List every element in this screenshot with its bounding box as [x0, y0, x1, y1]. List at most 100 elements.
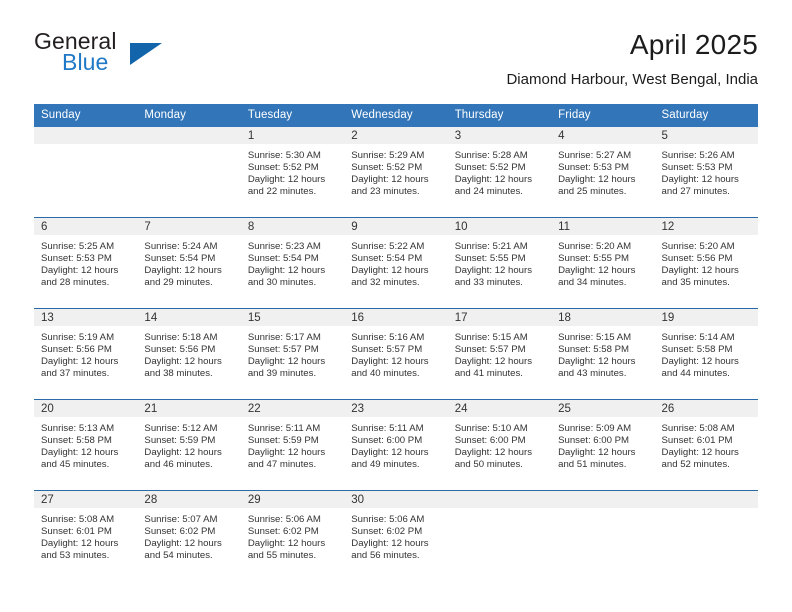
- calendar-day-cell[interactable]: 1 Sunrise: 5:30 AM Sunset: 5:52 PM Daylight…: [240, 127, 345, 218]
- sunrise-text: Sunrise: 5:21 AM: [454, 241, 528, 252]
- calendar-day-cell[interactable]: 19 Sunrise: 5:14 AM Sunset: 5:58 PM Dayligh…: [654, 308, 758, 400]
- day-cell-details: Sunrise: 5:10 AM Sunset: 6:00 PM Daylight:…: [448, 417, 551, 471]
- day-number-band: 1: [240, 127, 345, 144]
- daylight-text-line1: Daylight: 12 hours: [351, 447, 429, 459]
- calendar-day-cell[interactable]: 28 Sunrise: 5:07 AM Sunset: 6:02 PM Dayligh…: [137, 490, 241, 581]
- calendar-day-cell[interactable]: 10 Sunrise: 5:21 AM Sunset: 5:55 PM Dayligh…: [447, 217, 552, 309]
- sunset-text: Sunset: 5:52 PM: [247, 162, 319, 174]
- daylight-text-line2: and 27 minutes.: [661, 186, 730, 198]
- calendar-day-cell[interactable]: 7 Sunrise: 5:24 AM Sunset: 5:54 PM Daylight…: [137, 217, 241, 309]
- day-cell-inner: 30 Sunrise: 5:06 AM Sunset: 6:02 PM Dayligh…: [344, 491, 448, 581]
- sunset-text: Sunset: 5:52 PM: [454, 162, 526, 174]
- sunrise-text: Sunrise: 5:08 AM: [41, 514, 115, 525]
- calendar-day-cell[interactable]: 13 Sunrise: 5:19 AM Sunset: 5:56 PM Dayligh…: [34, 308, 138, 400]
- calendar-day-cell[interactable]: 11 Sunrise: 5:20 AM Sunset: 5:55 PM Dayligh…: [551, 217, 655, 309]
- calendar-day-cell[interactable]: 8 Sunrise: 5:23 AM Sunset: 5:54 PM Daylight…: [240, 217, 345, 309]
- calendar-day-cell[interactable]: 6 Sunrise: 5:25 AM Sunset: 5:53 PM Daylight…: [34, 217, 138, 309]
- sunset-text: Sunset: 5:57 PM: [454, 344, 526, 356]
- day-number: 25: [558, 403, 571, 415]
- sunrise-text: Sunrise: 5:06 AM: [247, 514, 321, 525]
- calendar-day-cell[interactable]: 30 Sunrise: 5:06 AM Sunset: 6:02 PM Dayligh…: [344, 490, 448, 581]
- day-cell-inner: 10 Sunrise: 5:21 AM Sunset: 5:55 PM Dayligh…: [447, 218, 552, 308]
- daylight-text-line1: Daylight: 12 hours: [41, 447, 119, 459]
- sunrise-text: Sunrise: 5:08 AM: [661, 423, 735, 434]
- calendar-day-cell[interactable]: 29 Sunrise: 5:06 AM Sunset: 6:02 PM Dayligh…: [240, 490, 345, 581]
- sunset-text: Sunset: 6:00 PM: [351, 435, 423, 447]
- day-number-band: [447, 491, 552, 508]
- day-number-band: 22: [240, 400, 345, 417]
- day-number: 4: [558, 130, 565, 142]
- daylight-text-line1: Daylight: 12 hours: [351, 356, 429, 368]
- daylight-text-line2: and 37 minutes.: [41, 368, 110, 380]
- day-number: 11: [558, 221, 571, 233]
- calendar-day-cell[interactable]: 20 Sunrise: 5:13 AM Sunset: 5:58 PM Dayligh…: [34, 399, 138, 491]
- calendar-day-cell[interactable]: 2 Sunrise: 5:29 AM Sunset: 5:52 PM Daylight…: [344, 127, 448, 218]
- day-number: 6: [41, 221, 48, 233]
- day-number: 22: [247, 403, 261, 415]
- calendar-day-cell[interactable]: 17 Sunrise: 5:15 AM Sunset: 5:57 PM Dayligh…: [447, 308, 552, 400]
- day-cell-inner: 25 Sunrise: 5:09 AM Sunset: 6:00 PM Dayligh…: [551, 400, 655, 490]
- calendar-day-cell[interactable]: 14 Sunrise: 5:18 AM Sunset: 5:56 PM Dayligh…: [137, 308, 241, 400]
- sunset-text: Sunset: 5:54 PM: [144, 253, 216, 265]
- daylight-text-line1: Daylight: 12 hours: [144, 447, 222, 459]
- daylight-text-line1: Daylight: 12 hours: [247, 356, 326, 368]
- daylight-text-line1: Daylight: 12 hours: [41, 538, 119, 550]
- daylight-text-line1: Daylight: 12 hours: [558, 356, 636, 368]
- daylight-text-line1: Daylight: 12 hours: [454, 265, 533, 277]
- sunrise-text: Sunrise: 5:13 AM: [41, 423, 115, 434]
- sunset-text: Sunset: 5:59 PM: [144, 435, 216, 447]
- calendar-day-cell[interactable]: 25 Sunrise: 5:09 AM Sunset: 6:00 PM Dayligh…: [551, 399, 655, 491]
- sunset-text: Sunset: 5:54 PM: [247, 253, 319, 265]
- day-number-band: 9: [344, 218, 448, 235]
- daylight-text-line2: and 23 minutes.: [351, 186, 420, 198]
- day-number: 16: [351, 312, 365, 324]
- weekday-header-monday: Monday: [137, 104, 241, 127]
- day-cell-details: Sunrise: 5:30 AM Sunset: 5:52 PM Daylight:…: [241, 144, 344, 198]
- day-cell-inner: 4 Sunrise: 5:27 AM Sunset: 5:53 PM Daylight…: [551, 127, 655, 217]
- calendar-day-cell[interactable]: 26 Sunrise: 5:08 AM Sunset: 6:01 PM Dayligh…: [654, 399, 758, 491]
- sunset-text: Sunset: 5:58 PM: [661, 344, 733, 356]
- sunset-text: Sunset: 5:54 PM: [351, 253, 423, 265]
- daylight-text-line1: Daylight: 12 hours: [454, 447, 533, 459]
- calendar-page: General Blue April 2025 Diamond Harbour,…: [0, 0, 792, 612]
- daylight-text-line2: and 49 minutes.: [351, 459, 420, 471]
- day-cell-details: Sunrise: 5:13 AM Sunset: 5:58 PM Daylight:…: [34, 417, 137, 471]
- calendar-day-cell[interactable]: 24 Sunrise: 5:10 AM Sunset: 6:00 PM Dayligh…: [447, 399, 552, 491]
- calendar-day-cell[interactable]: 4 Sunrise: 5:27 AM Sunset: 5:53 PM Daylight…: [551, 127, 655, 218]
- sunrise-text: Sunrise: 5:11 AM: [351, 423, 424, 434]
- calendar-day-cell[interactable]: 23 Sunrise: 5:11 AM Sunset: 6:00 PM Dayligh…: [344, 399, 448, 491]
- calendar-day-cell[interactable]: 9 Sunrise: 5:22 AM Sunset: 5:54 PM Daylight…: [344, 217, 448, 309]
- sunset-text: Sunset: 5:56 PM: [144, 344, 216, 356]
- day-number: [551, 491, 654, 493]
- general-blue-logo[interactable]: General Blue: [34, 28, 214, 86]
- day-cell-inner: 13 Sunrise: 5:19 AM Sunset: 5:56 PM Dayligh…: [34, 309, 138, 399]
- daylight-text-line1: Daylight: 12 hours: [558, 447, 636, 459]
- daylight-text-line1: Daylight: 12 hours: [558, 265, 636, 277]
- calendar-day-cell[interactable]: 5 Sunrise: 5:26 AM Sunset: 5:53 PM Daylight…: [654, 127, 758, 218]
- day-number: 13: [41, 312, 54, 324]
- calendar-day-cell[interactable]: 15 Sunrise: 5:17 AM Sunset: 5:57 PM Dayligh…: [240, 308, 345, 400]
- calendar-day-cell-empty: [654, 490, 758, 581]
- day-number-band: 23: [344, 400, 448, 417]
- day-number-band: 16: [344, 309, 448, 326]
- day-number-band: 25: [551, 400, 655, 417]
- sunset-text: Sunset: 5:53 PM: [41, 253, 112, 265]
- day-cell-details: Sunrise: 5:15 AM Sunset: 5:57 PM Daylight:…: [448, 326, 551, 380]
- calendar-body: 1 Sunrise: 5:30 AM Sunset: 5:52 PM Daylight…: [34, 127, 758, 581]
- calendar-day-cell[interactable]: 16 Sunrise: 5:16 AM Sunset: 5:57 PM Dayligh…: [344, 308, 448, 400]
- calendar-day-cell[interactable]: 21 Sunrise: 5:12 AM Sunset: 5:59 PM Dayligh…: [137, 399, 241, 491]
- day-number-band: 21: [137, 400, 241, 417]
- sunrise-text: Sunrise: 5:29 AM: [351, 150, 425, 161]
- calendar-day-cell[interactable]: 3 Sunrise: 5:28 AM Sunset: 5:52 PM Daylight…: [447, 127, 552, 218]
- daylight-text-line2: and 50 minutes.: [454, 459, 523, 471]
- calendar-day-cell[interactable]: 18 Sunrise: 5:15 AM Sunset: 5:58 PM Dayligh…: [551, 308, 655, 400]
- day-cell-inner: 2 Sunrise: 5:29 AM Sunset: 5:52 PM Daylight…: [344, 127, 448, 217]
- day-cell-details: Sunrise: 5:12 AM Sunset: 5:59 PM Daylight:…: [137, 417, 240, 471]
- calendar-day-cell[interactable]: 12 Sunrise: 5:20 AM Sunset: 5:56 PM Dayligh…: [654, 217, 758, 309]
- calendar-day-cell[interactable]: 22 Sunrise: 5:11 AM Sunset: 5:59 PM Dayligh…: [240, 399, 345, 491]
- day-number: 30: [351, 494, 365, 506]
- calendar-day-cell[interactable]: 27 Sunrise: 5:08 AM Sunset: 6:01 PM Dayligh…: [34, 490, 138, 581]
- daylight-text-line2: and 34 minutes.: [558, 277, 627, 289]
- page-title: April 2025: [629, 29, 758, 60]
- day-cell-details: Sunrise: 5:17 AM Sunset: 5:57 PM Daylight:…: [241, 326, 344, 380]
